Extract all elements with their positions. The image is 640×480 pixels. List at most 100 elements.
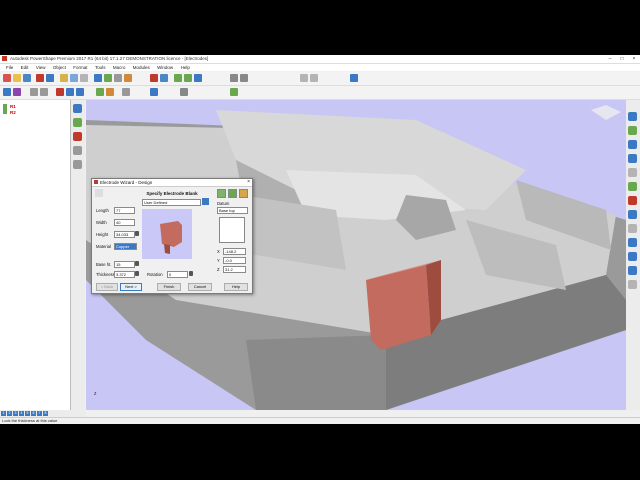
menu-modules[interactable]: Modules — [133, 64, 150, 71]
save-icon[interactable] — [23, 74, 31, 82]
lighting-icon[interactable] — [628, 280, 637, 289]
base-lock-icon[interactable] — [135, 261, 139, 266]
redo-icon[interactable] — [46, 74, 54, 82]
datum-select[interactable]: Base top — [217, 207, 248, 214]
zoom-box-icon[interactable] — [628, 196, 637, 205]
electrode-select-icon[interactable] — [73, 146, 82, 155]
undo-icon[interactable] — [36, 74, 44, 82]
view-top-right-icon[interactable] — [628, 126, 637, 135]
thickness-field[interactable]: 3.372 — [114, 271, 135, 278]
page-tab[interactable]: 7 — [37, 411, 42, 416]
z-field[interactable]: 31.2 — [223, 266, 246, 273]
minimize-button[interactable]: – — [604, 55, 616, 63]
view-side-right-icon[interactable] — [628, 154, 637, 163]
pan-icon[interactable] — [628, 224, 637, 233]
finish-button[interactable]: Finish — [157, 283, 181, 291]
workplane-icon[interactable] — [104, 74, 112, 82]
analysis-icon[interactable] — [122, 88, 130, 96]
help-icon[interactable] — [350, 74, 358, 82]
surface-icon[interactable] — [56, 88, 64, 96]
electrode-wizard-icon[interactable] — [73, 104, 82, 113]
view-back-right-icon[interactable] — [628, 168, 637, 177]
toolpath-icon[interactable] — [230, 88, 238, 96]
thickness-lock-icon[interactable] — [135, 271, 139, 276]
level-icon[interactable] — [240, 74, 248, 82]
blank-round-icon[interactable] — [228, 189, 237, 198]
solid-icon[interactable] — [66, 88, 74, 96]
rotation-field[interactable]: 0 — [167, 271, 188, 278]
point-icon[interactable] — [40, 88, 48, 96]
menu-help[interactable]: Help — [181, 64, 190, 71]
tree-item-r2[interactable]: R2 — [10, 110, 16, 115]
length-field[interactable]: 77 — [114, 207, 135, 214]
blank-rect-icon[interactable] — [217, 189, 226, 198]
electrode-icon[interactable] — [76, 88, 84, 96]
menu-window[interactable]: Window — [157, 64, 173, 71]
page-tab[interactable]: 3 — [13, 411, 18, 416]
drawing-icon[interactable] — [180, 88, 188, 96]
electrode-extend-icon[interactable] — [73, 132, 82, 141]
electrode-drawing-icon[interactable] — [73, 160, 82, 169]
menu-edit[interactable]: Edit — [21, 64, 29, 71]
open-icon[interactable] — [13, 74, 21, 82]
view-top-icon[interactable] — [174, 74, 182, 82]
wire-mode-icon[interactable] — [628, 252, 637, 261]
view-bottom-right-icon[interactable] — [628, 182, 637, 191]
wireframe-icon[interactable] — [150, 74, 158, 82]
grid-icon[interactable] — [114, 74, 122, 82]
blank-type-icon[interactable] — [202, 198, 209, 205]
view-front-right-icon[interactable] — [628, 140, 637, 149]
new-icon[interactable] — [3, 74, 11, 82]
dialog-close-button[interactable]: × — [247, 179, 250, 186]
back-button[interactable]: < Back — [96, 283, 118, 291]
blank-custom-icon[interactable] — [239, 189, 248, 198]
page-tab[interactable]: 1 — [1, 411, 6, 416]
material-select[interactable]: Copper — [114, 243, 137, 250]
curve-icon[interactable] — [13, 88, 21, 96]
3d-viewport[interactable]: z Electrode Wizard - Design × Specify El… — [86, 100, 626, 410]
height-lock-icon[interactable] — [135, 231, 139, 236]
copy-icon[interactable] — [70, 74, 78, 82]
electrode-blank-icon[interactable] — [73, 118, 82, 127]
shade-icon[interactable] — [160, 74, 168, 82]
base-height-field[interactable]: 15 — [114, 261, 135, 268]
next-button[interactable]: Next > — [120, 283, 142, 291]
width-field[interactable]: 40 — [114, 219, 135, 226]
page-tab[interactable]: 5 — [25, 411, 30, 416]
help-button[interactable]: Help — [224, 283, 248, 291]
arrow-select-icon[interactable] — [3, 88, 11, 96]
y-field[interactable]: -0.0 — [223, 257, 246, 264]
zoom-in-icon[interactable] — [300, 74, 308, 82]
menu-tools[interactable]: Tools — [95, 64, 106, 71]
page-tab[interactable]: 6 — [31, 411, 36, 416]
render-icon[interactable] — [150, 88, 158, 96]
page-tab[interactable]: 2 — [7, 411, 12, 416]
feature-icon[interactable] — [106, 88, 114, 96]
x-field[interactable]: -148.2 — [223, 248, 246, 255]
rotate-icon[interactable] — [628, 266, 637, 275]
height-field[interactable]: 34.033 — [114, 231, 135, 238]
shade-mode-icon[interactable] — [628, 238, 637, 247]
menu-view[interactable]: View — [36, 64, 46, 71]
cut-icon[interactable] — [60, 74, 68, 82]
measure-icon[interactable] — [124, 74, 132, 82]
blank-type-select[interactable]: User Defined — [142, 199, 201, 206]
cancel-button[interactable]: Cancel — [188, 283, 212, 291]
menu-macro[interactable]: Macro — [113, 64, 126, 71]
menu-format[interactable]: Format — [73, 64, 87, 71]
tree-item-r1[interactable]: R1 — [10, 104, 16, 109]
view-front-icon[interactable] — [184, 74, 192, 82]
zoom-out-icon[interactable] — [310, 74, 318, 82]
layer-icon[interactable] — [230, 74, 238, 82]
view-iso-right-icon[interactable] — [628, 112, 637, 121]
snap-icon[interactable] — [30, 88, 38, 96]
zoom-all-icon[interactable] — [628, 210, 637, 219]
paste-icon[interactable] — [80, 74, 88, 82]
maximize-button[interactable]: □ — [616, 55, 628, 63]
view-iso-icon[interactable] — [194, 74, 202, 82]
page-tab[interactable]: 8 — [43, 411, 48, 416]
select-icon[interactable] — [94, 74, 102, 82]
close-button[interactable]: × — [628, 55, 640, 63]
mesh-icon[interactable] — [96, 88, 104, 96]
menu-object[interactable]: Object — [53, 64, 66, 71]
